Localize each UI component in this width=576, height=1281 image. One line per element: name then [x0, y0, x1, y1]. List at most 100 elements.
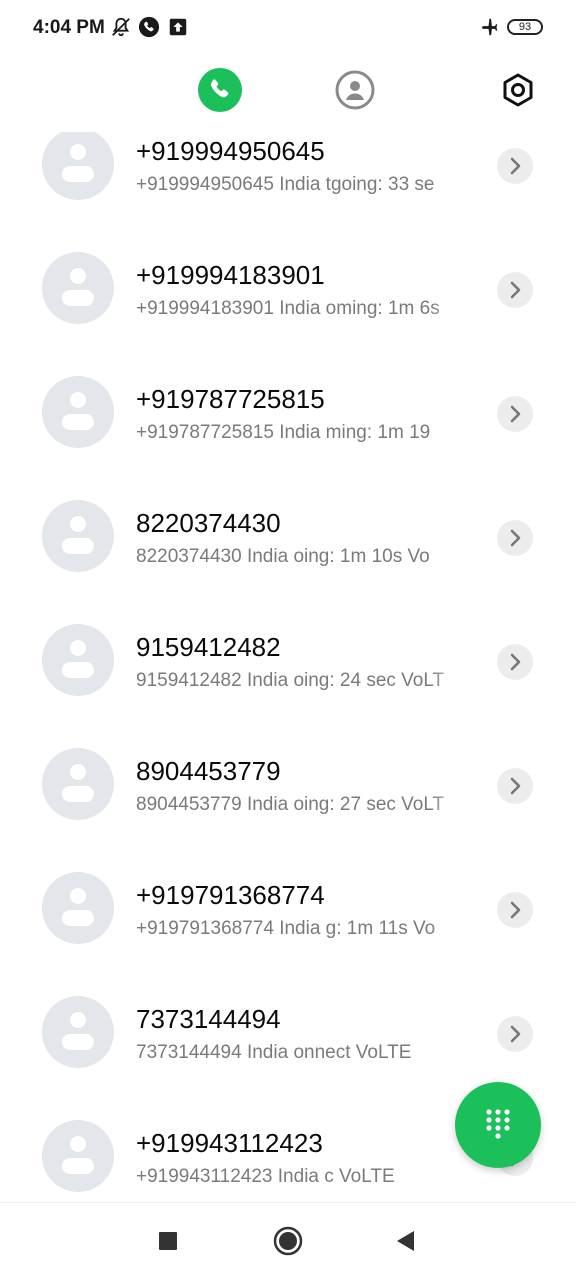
call-subtitle: +919943112423 India c VoLTE	[136, 1166, 470, 1188]
call-details-button[interactable]	[497, 1016, 533, 1052]
status-bar: 4:04 PM 93	[0, 0, 576, 56]
call-details-button[interactable]	[497, 892, 533, 928]
tab-recents[interactable]	[198, 68, 242, 112]
subtitle-detail: oing: 24 sec VoLT	[293, 670, 445, 691]
avatar	[42, 500, 114, 572]
subtitle-detail: oing: 27 sec VoLT	[293, 794, 445, 815]
call-number: 8220374430	[136, 508, 281, 538]
subtitle-number: +919994183901	[136, 298, 274, 319]
subtitle-number: +919943112423	[136, 1166, 273, 1187]
call-number: 9159412482	[136, 632, 281, 662]
call-log-row[interactable]: +919994950645 +919994950645 India tgoing…	[0, 132, 576, 240]
chevron-right-icon	[510, 653, 521, 671]
call-log-row[interactable]: +919994183901 +919994183901 India oming:…	[0, 240, 576, 364]
subtitle-location: India	[279, 422, 321, 443]
dialpad-button[interactable]	[455, 1082, 541, 1168]
subtitle-detail: c VoLTE	[324, 1166, 395, 1187]
subtitle-location: India	[246, 546, 289, 567]
recent-apps-button[interactable]	[150, 1223, 186, 1259]
subtitle-location: India	[279, 174, 321, 195]
call-number: +919994183901	[136, 260, 325, 290]
call-log-list[interactable]: +919994950645 +919994950645 India tgoing…	[0, 132, 576, 1202]
call-log-row[interactable]: +919791368774 +919791368774 India g: 1m …	[0, 860, 576, 984]
subtitle-detail: tgoing: 33 se	[325, 174, 435, 195]
subtitle-location: India	[277, 1166, 319, 1187]
back-icon	[397, 1231, 414, 1251]
avatar	[42, 624, 114, 696]
dialpad-icon	[486, 1109, 510, 1139]
call-number: +919791368774	[136, 880, 325, 910]
subtitle-detail: onnect VoLTE	[293, 1042, 412, 1063]
subtitle-detail: oming: 1m 6s	[325, 298, 440, 319]
call-subtitle: +919994950645 India tgoing: 33 se	[136, 174, 470, 196]
call-status-icon	[138, 16, 160, 38]
avatar	[42, 252, 114, 324]
tab-contacts[interactable]	[333, 68, 377, 112]
call-number: 7373144494	[136, 1004, 281, 1034]
phone-icon	[210, 79, 229, 98]
call-log-row[interactable]: +919787725815 +919787725815 India ming: …	[0, 364, 576, 488]
call-details-button[interactable]	[497, 148, 533, 184]
call-details-button[interactable]	[497, 768, 533, 804]
call-subtitle: 8220374430 India oing: 1m 10s Vo	[136, 546, 470, 568]
tab-settings[interactable]	[496, 68, 540, 112]
subtitle-location: India	[246, 670, 289, 691]
subtitle-detail: oing: 1m 10s Vo	[293, 546, 430, 567]
chevron-right-icon	[510, 777, 521, 795]
subtitle-location: India	[279, 298, 321, 319]
call-number: +919943112423	[136, 1128, 323, 1158]
subtitle-detail: ming: 1m 19	[325, 422, 431, 443]
battery-icon: 93	[507, 19, 543, 35]
subtitle-location: India	[279, 918, 321, 939]
top-tabs	[0, 68, 576, 114]
subtitle-number: 9159412482	[136, 670, 242, 691]
subtitle-detail: g: 1m 11s Vo	[325, 918, 436, 939]
subtitle-location: India	[246, 794, 289, 815]
subtitle-number: 8904453779	[136, 794, 242, 815]
call-details-button[interactable]	[497, 272, 533, 308]
call-details-button[interactable]	[497, 644, 533, 680]
call-number: +919787725815	[136, 384, 325, 414]
contact-icon	[335, 70, 375, 110]
avatar	[42, 376, 114, 448]
avatar	[42, 996, 114, 1068]
call-subtitle: 7373144494 India onnect VoLTE	[136, 1042, 470, 1064]
avatar	[42, 132, 114, 200]
avatar	[42, 872, 114, 944]
call-details-button[interactable]	[497, 396, 533, 432]
subtitle-number: 7373144494	[136, 1042, 242, 1063]
chevron-right-icon	[510, 281, 521, 299]
subtitle-location: India	[246, 1042, 289, 1063]
settings-icon	[503, 73, 533, 107]
avatar	[42, 1120, 114, 1192]
call-subtitle: 9159412482 India oing: 24 sec VoLT	[136, 670, 470, 692]
call-subtitle: 8904453779 India oing: 27 sec VoLT	[136, 794, 470, 816]
chevron-right-icon	[510, 529, 521, 547]
notifications-off-icon	[112, 17, 130, 37]
avatar	[42, 748, 114, 820]
airplane-icon	[482, 18, 498, 36]
call-log-row[interactable]: 8904453779 8904453779 India oing: 27 sec…	[0, 736, 576, 860]
chevron-right-icon	[510, 1025, 521, 1043]
call-subtitle: +919791368774 India g: 1m 11s Vo	[136, 918, 470, 940]
status-time: 4:04 PM	[33, 17, 105, 38]
upload-icon	[169, 18, 187, 36]
chevron-right-icon	[510, 901, 521, 919]
call-log-row[interactable]: 9159412482 9159412482 India oing: 24 sec…	[0, 612, 576, 736]
recent-apps-icon	[159, 1232, 177, 1250]
subtitle-number: +919787725815	[136, 422, 274, 443]
call-log-row[interactable]: 8220374430 8220374430 India oing: 1m 10s…	[0, 488, 576, 612]
back-button[interactable]	[387, 1223, 423, 1259]
call-subtitle: +919994183901 India oming: 1m 6s	[136, 298, 470, 320]
home-button[interactable]	[270, 1223, 306, 1259]
subtitle-number: +919994950645	[136, 174, 274, 195]
call-number: +919994950645	[136, 136, 325, 166]
chevron-right-icon	[510, 405, 521, 423]
call-subtitle: +919787725815 India ming: 1m 19	[136, 422, 470, 444]
battery-level: 93	[518, 21, 532, 33]
subtitle-number: +919791368774	[136, 918, 274, 939]
call-number: 8904453779	[136, 756, 281, 786]
home-icon	[273, 1226, 303, 1256]
call-details-button[interactable]	[497, 520, 533, 556]
navigation-bar	[0, 1202, 576, 1281]
